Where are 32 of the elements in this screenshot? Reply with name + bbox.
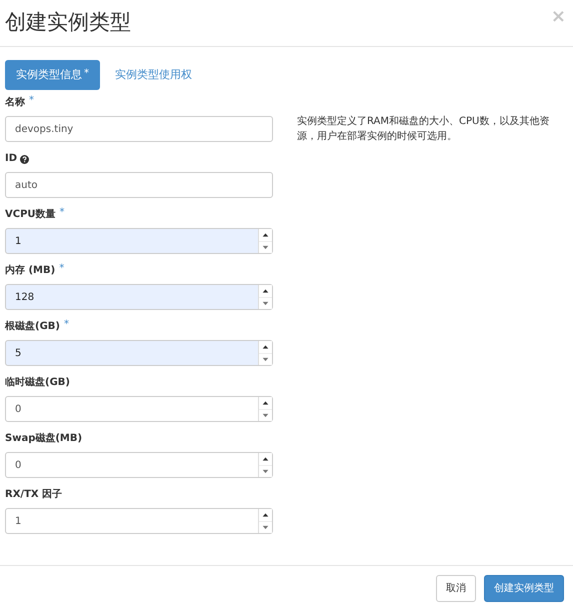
field-label: 临时磁盘(GB): [5, 376, 70, 390]
required-asterisk: *: [59, 264, 64, 274]
field-label: 根磁盘(GB): [5, 320, 60, 334]
field-label: 内存 (MB): [5, 264, 56, 278]
field-label: VCPU数量: [5, 208, 56, 222]
required-asterisk: *: [64, 320, 69, 330]
spinner-control[interactable]: [258, 397, 272, 421]
input-field[interactable]: devops.tiny: [5, 116, 273, 142]
spinner-control[interactable]: [258, 285, 272, 309]
tab[interactable]: 实例类型使用权: [104, 60, 203, 90]
tab[interactable]: 实例类型信息 *: [5, 60, 100, 90]
required-asterisk: *: [29, 96, 34, 106]
number-input-field[interactable]: 1: [5, 228, 273, 254]
description-text: 实例类型定义了RAM和磁盘的大小、CPU数，以及其他资源，用户在部署实例的时候可选用。: [297, 114, 550, 144]
cancel-button[interactable]: 取消: [436, 574, 476, 602]
number-input-field[interactable]: 128: [5, 284, 273, 310]
spinner-control[interactable]: [258, 229, 272, 253]
submit-button[interactable]: 创建实例类型: [484, 574, 564, 602]
spinner-control[interactable]: [258, 341, 272, 365]
field-label: 名称: [5, 96, 25, 110]
spinner-control[interactable]: [258, 509, 272, 533]
input-field[interactable]: auto: [5, 172, 273, 198]
number-input-field[interactable]: 0: [5, 396, 273, 422]
required-asterisk: *: [60, 208, 65, 218]
field-label: ID: [5, 152, 18, 166]
field-label: RX/TX 因子: [5, 488, 62, 502]
number-input-field[interactable]: 5: [5, 340, 273, 366]
number-input-field[interactable]: 0: [5, 452, 273, 478]
number-input-field[interactable]: 1: [5, 508, 273, 534]
spinner-control[interactable]: [258, 453, 272, 477]
field-label: Swap磁盘(MB): [5, 432, 82, 446]
dialog-title: 创建实例类型: [5, 9, 131, 36]
